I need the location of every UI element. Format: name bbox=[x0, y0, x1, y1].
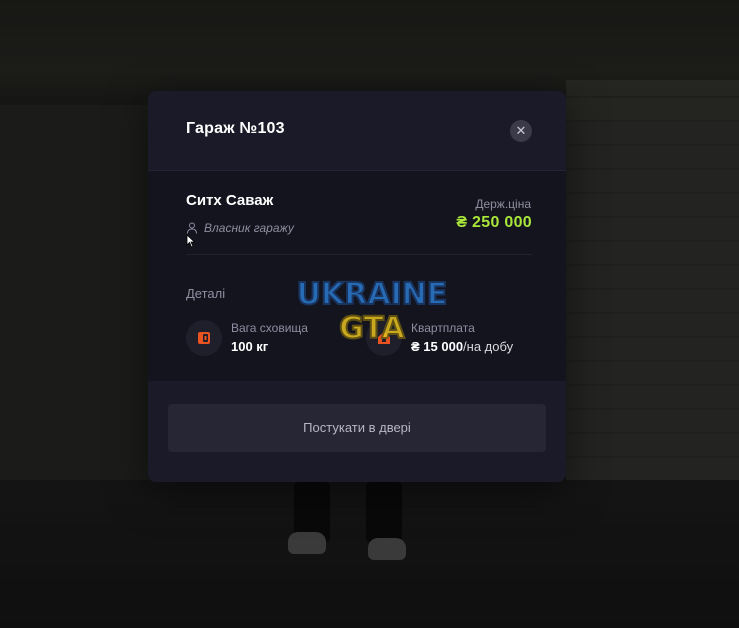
price-label: Держ.ціна bbox=[475, 197, 531, 211]
storage-icon bbox=[186, 320, 222, 356]
price-value: ₴ 250 000 bbox=[456, 214, 532, 231]
modal-header: Гараж №103 ✕ bbox=[148, 91, 566, 171]
knock-door-button[interactable]: Постукати в двері bbox=[168, 404, 546, 452]
ukraine-gta-logo: UKRAINE GTA bbox=[296, 276, 449, 347]
owner-role: Власник гаражу bbox=[186, 221, 294, 235]
modal-title: Гараж №103 bbox=[186, 120, 285, 137]
logo-line1: UKRAINE bbox=[297, 277, 448, 312]
rent-suffix: /на добу bbox=[463, 339, 514, 354]
mouse-cursor-icon bbox=[186, 234, 196, 248]
owner-role-label: Власник гаражу bbox=[204, 221, 294, 235]
game-scene: Гараж №103 ✕ Ситх Саваж Власник гаражу Д… bbox=[0, 0, 739, 628]
modal-footer: Постукати в двері bbox=[148, 381, 566, 482]
details-label: Деталі bbox=[186, 286, 226, 301]
close-button[interactable]: ✕ bbox=[510, 120, 532, 142]
logo-line2: GTA bbox=[339, 311, 405, 346]
owner-name: Ситх Саваж bbox=[186, 192, 274, 209]
close-icon: ✕ bbox=[515, 123, 527, 138]
divider bbox=[186, 254, 532, 255]
storage-value: 100 кг bbox=[231, 339, 269, 354]
owner-section: Ситх Саваж Власник гаражу Держ.ціна ₴ 25… bbox=[148, 171, 566, 271]
person-icon bbox=[187, 222, 197, 234]
